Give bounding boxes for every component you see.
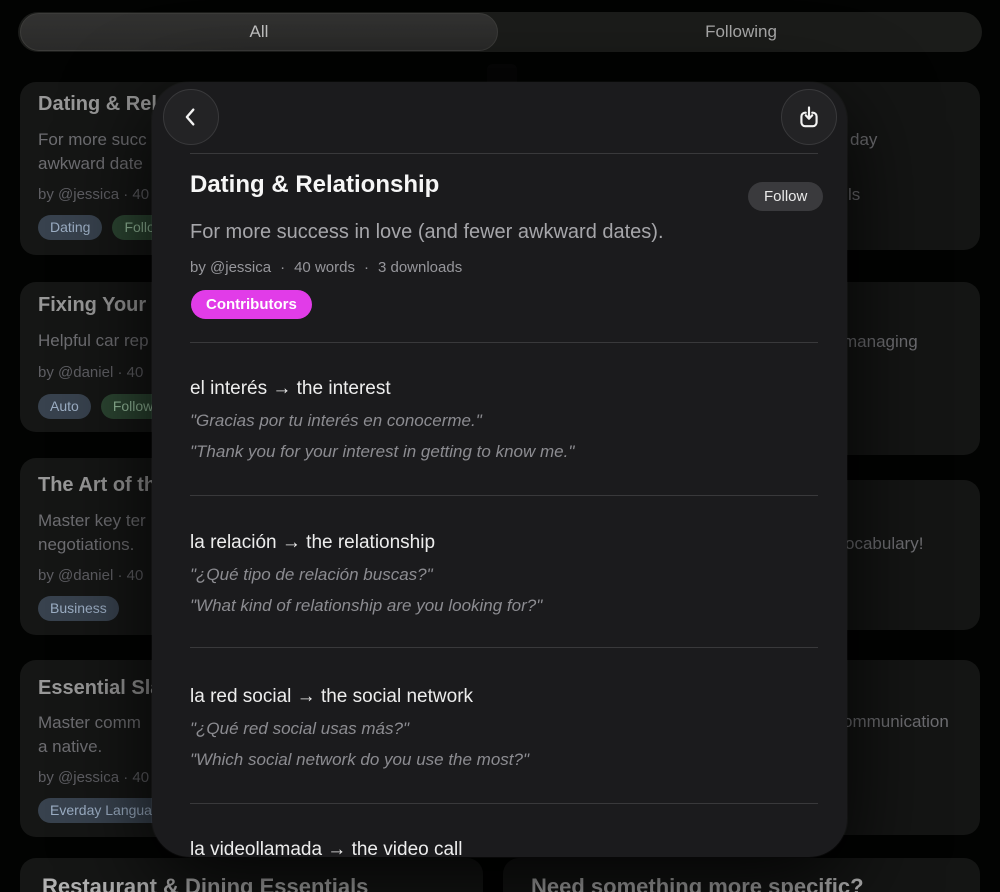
vocab-quote-es: "¿Qué red social usas más?" — [190, 718, 818, 740]
deck-title: Dating & Relationship — [190, 171, 439, 199]
card-text-fragment: ommunication — [843, 712, 949, 732]
divider — [190, 153, 818, 154]
vocab-term: la videollamada → the video call — [190, 838, 818, 857]
deck-card-title: Fixing Your C — [38, 294, 166, 317]
deck-card-title: Dating & Rel — [38, 93, 157, 116]
vocab-entry: el interés → the interest "Gracias por t… — [190, 377, 818, 472]
card-text-fragment: ocabulary! — [845, 534, 923, 554]
deck-card-title: Restaurant & Dining Essentials — [42, 874, 368, 892]
vocab-quote-en: "Thank you for your interest in getting … — [190, 441, 818, 463]
vocab-quote-es: "Gracias por tu interés en conocerme." — [190, 410, 818, 432]
deck-card-byline: by @daniel · 40 — [38, 567, 143, 584]
tag-pill: Business — [38, 596, 119, 621]
divider — [190, 647, 818, 648]
contributors-badge[interactable]: Contributors — [191, 290, 312, 319]
card-text-fragment: managing — [843, 332, 918, 352]
deck-detail-sheet[interactable]: Dating & Relationship Follow For more su… — [152, 82, 847, 857]
vocab-entry: la videollamada → the video call — [190, 838, 818, 857]
vocab-term: la red social → the social network — [190, 685, 818, 709]
vocab-entry: la relación → the relationship "¿Qué tip… — [190, 531, 818, 626]
download-button[interactable] — [781, 89, 837, 145]
deck-meta: by @jessica·40 words·3 downloads — [190, 259, 462, 276]
deck-card-specific[interactable]: Need something more specific? — [503, 858, 980, 892]
app-screen: All Following Dating & Rel For more succ… — [0, 0, 1000, 892]
follow-button[interactable]: Follow — [748, 182, 823, 211]
deck-card-byline: by @jessica · 40 — [38, 769, 149, 786]
deck-card-desc: Helpful car rep — [38, 331, 149, 351]
deck-card-desc: Master key ter — [38, 511, 146, 531]
tab-bar: All Following — [18, 12, 982, 52]
download-icon — [796, 104, 822, 130]
deck-card-byline: by @jessica · 40 — [38, 186, 149, 203]
vocab-term: la relación → the relationship — [190, 531, 818, 555]
vocab-entry: la red social → the social network "¿Qué… — [190, 685, 818, 780]
vocab-quote-es: "¿Qué tipo de relación buscas?" — [190, 564, 818, 586]
deck-card-title: The Art of th — [38, 474, 156, 497]
tab-all[interactable]: All — [18, 12, 500, 52]
divider — [190, 803, 818, 804]
back-button[interactable] — [163, 89, 219, 145]
deck-card-desc: a native. — [38, 737, 102, 757]
deck-description: For more success in love (and fewer awkw… — [190, 221, 664, 244]
deck-card-desc: negotiations. — [38, 535, 134, 555]
divider — [190, 495, 818, 496]
vocab-quote-en: "What kind of relationship are you looki… — [190, 595, 818, 617]
deck-card-byline: by @daniel · 40 — [38, 364, 143, 381]
deck-card-title: Essential Sla — [38, 677, 161, 700]
deck-card-desc: Master comm — [38, 713, 141, 733]
deck-card-desc: awkward date — [38, 154, 143, 174]
deck-card-desc: For more succ — [38, 130, 147, 150]
deck-word-count: 40 words — [294, 259, 355, 276]
card-text-fragment: ls — [848, 185, 860, 205]
tag-pill: Auto — [38, 394, 91, 419]
vocab-term: el interés → the interest — [190, 377, 818, 401]
tab-following[interactable]: Following — [500, 12, 982, 52]
chevron-left-icon — [180, 106, 202, 128]
card-text-fragment: day — [850, 130, 877, 150]
deck-downloads: 3 downloads — [378, 259, 462, 276]
deck-card-restaurant[interactable]: Restaurant & Dining Essentials — [20, 858, 483, 892]
deck-card-title: Need something more specific? — [531, 874, 864, 892]
divider — [190, 342, 818, 343]
deck-author: by @jessica — [190, 259, 271, 276]
tag-pill: Dating — [38, 215, 102, 240]
vocab-quote-en: "Which social network do you use the mos… — [190, 749, 818, 771]
